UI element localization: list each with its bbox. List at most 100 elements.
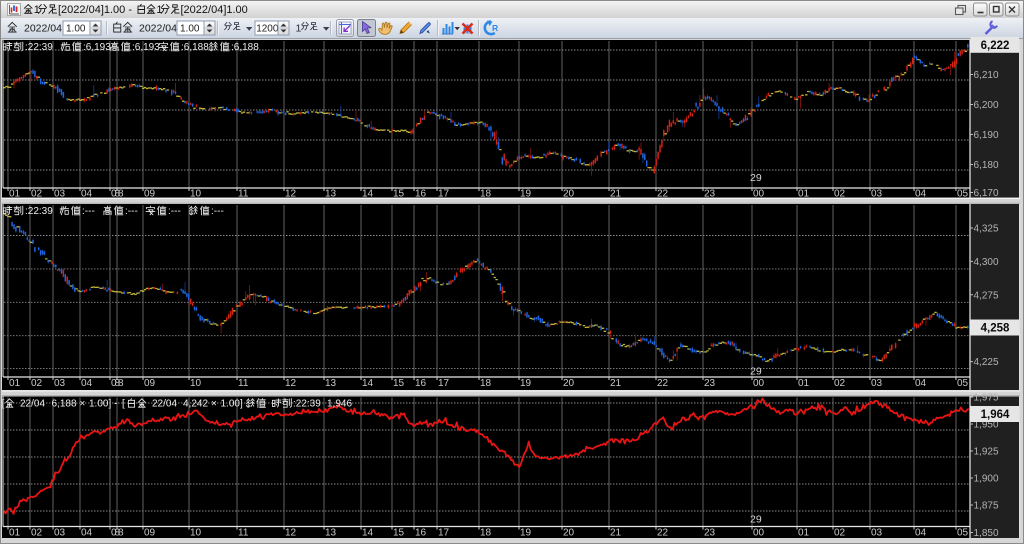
svg-text:1,946: 1,946 <box>327 399 352 410</box>
svg-text:1: 1 <box>34 4 40 16</box>
svg-text:13: 13 <box>325 189 337 200</box>
svg-text:4,275: 4,275 <box>974 290 999 301</box>
svg-text:8: 8 <box>118 378 124 389</box>
svg-text:1.00: 1.00 <box>180 24 200 35</box>
svg-text:6,210: 6,210 <box>974 70 999 81</box>
svg-text:01: 01 <box>798 528 810 539</box>
svg-text:1200: 1200 <box>256 24 279 35</box>
svg-text:19: 19 <box>520 378 532 389</box>
svg-text:16: 16 <box>415 528 427 539</box>
svg-text:6,190: 6,190 <box>974 130 999 141</box>
svg-text:23: 23 <box>704 378 716 389</box>
svg-text:01: 01 <box>798 189 810 200</box>
svg-text:02: 02 <box>834 189 846 200</box>
svg-text:1: 1 <box>296 23 302 35</box>
svg-text:18: 18 <box>480 528 492 539</box>
svg-text:13: 13 <box>325 528 337 539</box>
svg-text:05: 05 <box>957 189 969 200</box>
svg-text:17: 17 <box>438 378 450 389</box>
svg-text:11: 11 <box>238 378 249 389</box>
svg-text:19: 19 <box>520 189 532 200</box>
svg-text:12: 12 <box>285 528 297 539</box>
svg-text:4,242: 4,242 <box>183 399 208 410</box>
svg-text::22:39: :22:39 <box>25 42 53 53</box>
svg-text::6,193: :6,193 <box>132 42 160 53</box>
svg-text:1.00: 1.00 <box>66 24 86 35</box>
svg-text:09: 09 <box>144 189 156 200</box>
svg-text:1: 1 <box>156 4 162 16</box>
svg-text:11: 11 <box>238 528 249 539</box>
svg-text:22: 22 <box>657 378 669 389</box>
svg-text:1.00]: 1.00] <box>221 399 243 410</box>
svg-text:1,975: 1,975 <box>974 393 999 404</box>
svg-text:[2022/04]1.00: [2022/04]1.00 <box>181 4 248 16</box>
svg-text:17: 17 <box>438 528 450 539</box>
svg-text:8: 8 <box>118 189 124 200</box>
svg-text:12: 12 <box>285 378 297 389</box>
svg-text:05: 05 <box>957 528 969 539</box>
svg-text:16: 16 <box>415 189 427 200</box>
svg-text:1,964: 1,964 <box>981 409 1010 421</box>
svg-text:15: 15 <box>393 189 405 200</box>
svg-text:22/04: 22/04 <box>152 399 177 410</box>
svg-text:01: 01 <box>9 528 21 539</box>
svg-text:01: 01 <box>798 378 810 389</box>
svg-text:14: 14 <box>362 189 374 200</box>
svg-text:10: 10 <box>190 528 202 539</box>
svg-text:02: 02 <box>834 528 846 539</box>
svg-text::---: :--- <box>211 206 224 217</box>
svg-text:04: 04 <box>915 189 927 200</box>
svg-text:10: 10 <box>190 378 202 389</box>
svg-text:R: R <box>492 23 498 33</box>
svg-text:[2022/04]1.00 -: [2022/04]1.00 - <box>58 4 135 16</box>
svg-text:4,300: 4,300 <box>974 257 999 268</box>
svg-text:21: 21 <box>610 189 622 200</box>
svg-text:01: 01 <box>9 378 21 389</box>
svg-text:22: 22 <box>657 528 669 539</box>
svg-text:04: 04 <box>915 378 927 389</box>
svg-text:4,325: 4,325 <box>974 224 999 235</box>
svg-text:-: - <box>114 399 117 410</box>
svg-text:22: 22 <box>657 189 669 200</box>
svg-text:10: 10 <box>190 189 202 200</box>
svg-text:6,200: 6,200 <box>974 100 999 111</box>
svg-text:02: 02 <box>31 189 43 200</box>
svg-text:6,188: 6,188 <box>52 399 77 410</box>
svg-text:00: 00 <box>753 378 765 389</box>
svg-text:1,875: 1,875 <box>974 501 999 512</box>
svg-text:29: 29 <box>750 366 762 378</box>
svg-text:22/04: 22/04 <box>20 399 45 410</box>
svg-text:4,258: 4,258 <box>981 323 1010 335</box>
svg-text:02: 02 <box>31 528 43 539</box>
svg-text:13: 13 <box>325 378 337 389</box>
svg-text:1,900: 1,900 <box>974 474 999 485</box>
svg-text:03: 03 <box>54 528 66 539</box>
svg-text:03: 03 <box>54 189 66 200</box>
svg-text:1.00]: 1.00] <box>89 399 111 410</box>
svg-text:00: 00 <box>753 189 765 200</box>
svg-text:01: 01 <box>9 189 21 200</box>
svg-text:21: 21 <box>610 528 622 539</box>
svg-text:02: 02 <box>31 378 43 389</box>
svg-text:04: 04 <box>81 189 93 200</box>
svg-text:19: 19 <box>520 528 532 539</box>
svg-text:29: 29 <box>750 172 762 184</box>
svg-text:23: 23 <box>704 189 716 200</box>
svg-text:18: 18 <box>480 189 492 200</box>
svg-text:15: 15 <box>393 528 405 539</box>
svg-text:6,170: 6,170 <box>974 188 999 199</box>
svg-text::22:39: :22:39 <box>25 206 53 217</box>
svg-text:29: 29 <box>750 514 762 526</box>
svg-text:03: 03 <box>54 378 66 389</box>
svg-text:6,180: 6,180 <box>974 160 999 171</box>
svg-text:17: 17 <box>438 189 450 200</box>
svg-text:04: 04 <box>81 378 93 389</box>
svg-text::---: :--- <box>82 206 95 217</box>
svg-text:15: 15 <box>393 378 405 389</box>
svg-text:11: 11 <box>238 189 249 200</box>
svg-text:20: 20 <box>563 378 575 389</box>
svg-text:1,925: 1,925 <box>974 447 999 458</box>
svg-text:×: × <box>211 399 217 410</box>
svg-text:[: [ <box>122 399 125 410</box>
svg-text:8: 8 <box>118 528 124 539</box>
